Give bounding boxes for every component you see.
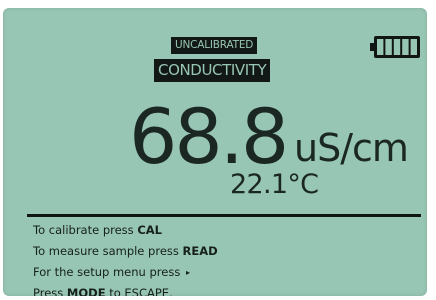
instruction-line-measure: To measure sample press READ [33, 241, 413, 262]
instruction-line-escape: Press MODE to ESCAPE. [33, 283, 413, 296]
meter-device: UNCALIBRATED CONDUCTIVITY 68.8 uS/cm 22.… [0, 0, 436, 300]
battery-segment [410, 39, 417, 55]
battery-segment [377, 39, 384, 55]
battery-segment [385, 39, 392, 55]
key-name-cal: CAL [137, 223, 162, 237]
calibration-status-badge: UNCALIBRATED [171, 37, 258, 54]
temperature-reading: 22.1°C [230, 169, 319, 200]
battery-terminal [370, 43, 374, 51]
instruction-line-setup: For the setup menu press ▸ [33, 262, 413, 283]
instruction-text: To calibrate press [33, 223, 138, 237]
battery-icon [370, 36, 420, 58]
battery-segment [393, 39, 401, 55]
instruction-text: Press [33, 286, 67, 296]
key-name-read: READ [182, 244, 218, 258]
key-name-mode: MODE [66, 286, 106, 296]
battery-segment [402, 39, 409, 55]
instruction-line-calibrate: To calibrate press CAL [33, 220, 413, 241]
lcd-screen: UNCALIBRATED CONDUCTIVITY 68.8 uS/cm 22.… [3, 8, 427, 296]
battery-bars [377, 39, 417, 55]
measurement-mode-badge: CONDUCTIVITY [154, 59, 271, 82]
right-arrow-icon: ▸ [185, 268, 190, 277]
instruction-text: For the setup menu press [33, 265, 184, 279]
instruction-text: To measure sample press [33, 244, 183, 258]
divider [27, 214, 421, 217]
instruction-text: to ESCAPE. [105, 286, 173, 296]
reading-unit: uS/cm [294, 126, 409, 170]
instructions-panel: To calibrate press CAL To measure sample… [33, 220, 413, 296]
